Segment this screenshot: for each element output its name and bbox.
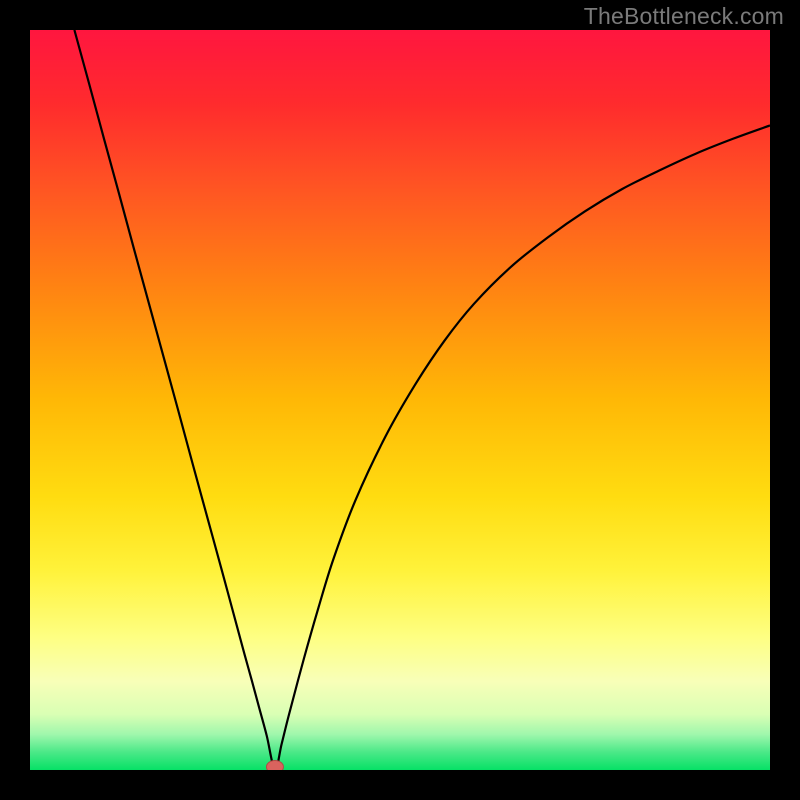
plot-background (30, 30, 770, 770)
bottleneck-chart (0, 0, 800, 800)
chart-container: TheBottleneck.com (0, 0, 800, 800)
watermark-text: TheBottleneck.com (584, 3, 784, 30)
